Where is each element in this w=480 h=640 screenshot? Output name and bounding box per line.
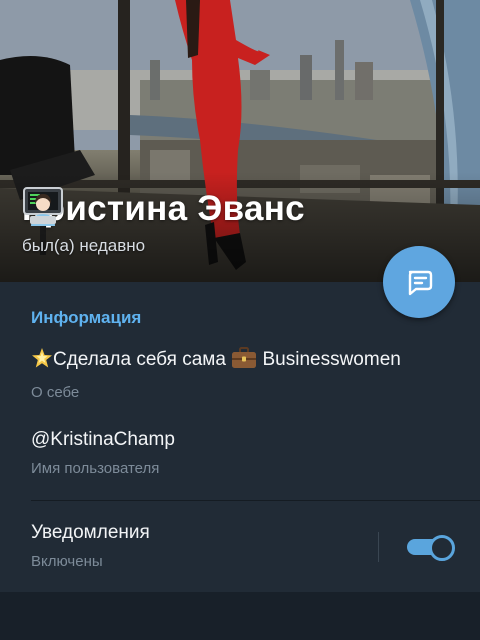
notifications-status: Включены	[31, 553, 103, 570]
bio-label: О себе	[31, 384, 80, 401]
bio-text-part2: Businesswomen	[257, 349, 401, 370]
profile-name: Кристина Эванс	[22, 186, 355, 229]
bio-text-part1: Сделала себя сама	[53, 349, 232, 370]
toggle-separator	[378, 532, 379, 562]
profile-cover-photo[interactable]: Кристина Эванс был(а) недавно	[0, 0, 480, 282]
bio-row[interactable]: Сделала себя сама Businesswomen О себе	[31, 347, 401, 401]
section-divider	[31, 500, 480, 501]
section-title-info: Информация	[31, 308, 142, 327]
notifications-row[interactable]: Уведомления Включены	[31, 522, 150, 570]
username-value: @KristinaChamp	[31, 429, 175, 450]
woman-technologist-emoji-icon	[23, 186, 355, 226]
message-icon	[408, 270, 433, 296]
briefcase-emoji-icon	[231, 347, 257, 375]
toggle-knob	[429, 535, 455, 561]
notifications-title: Уведомления	[31, 522, 150, 543]
username-label: Имя пользователя	[31, 460, 160, 477]
bio-value: Сделала себя сама Businesswomen	[31, 347, 401, 375]
username-row[interactable]: @KristinaChamp Имя пользователя	[31, 429, 175, 477]
glowing-star-emoji-icon	[31, 347, 53, 375]
profile-name-text: Кристина Эванс	[22, 189, 305, 228]
notifications-toggle[interactable]	[405, 534, 455, 561]
info-section: Информация Сделала себя сама Businesswom…	[0, 282, 480, 592]
profile-last-seen-status: был(а) недавно	[22, 236, 146, 255]
send-message-button[interactable]	[383, 246, 455, 318]
